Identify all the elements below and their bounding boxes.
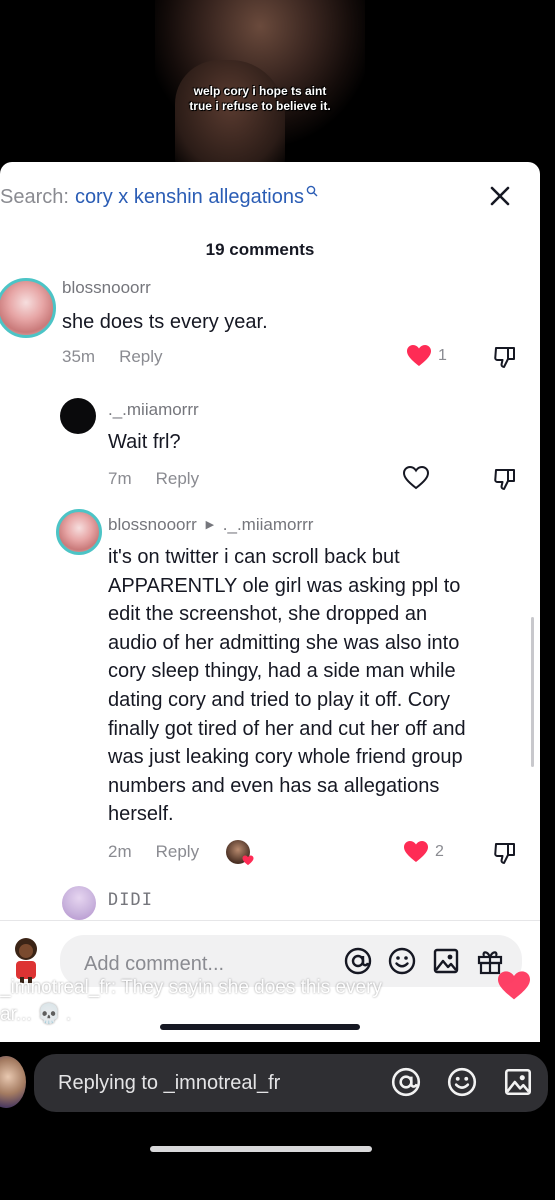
like-button[interactable]: 2 [403, 840, 444, 864]
like-button[interactable]: 1 [406, 344, 447, 368]
floating-like-count: 1 [510, 1010, 518, 1026]
like-count: 2 [435, 843, 444, 860]
comment-username[interactable]: ._.miiamorrr [108, 400, 199, 420]
image-button[interactable] [502, 1066, 534, 1103]
emoji-button[interactable] [446, 1066, 478, 1103]
avatar[interactable] [62, 886, 96, 920]
comment-text-line: dating cory and tried to play it off. Co… [108, 688, 451, 711]
comment-text-line: audio of her admitting she was also into [108, 631, 460, 654]
video-hand [175, 60, 285, 170]
reply-button[interactable]: Reply [156, 842, 199, 862]
comment-username-thread: blossnooorr ▶ ._.miiamorrr [108, 515, 313, 535]
mention-button[interactable] [390, 1066, 422, 1103]
comment-item: blossnooorr she does ts every year. 35m … [0, 272, 540, 372]
avatar[interactable] [56, 509, 102, 555]
at-icon [344, 947, 372, 975]
dislike-button[interactable] [492, 344, 518, 375]
comment-time: 7m [108, 469, 132, 488]
image-button[interactable] [430, 945, 462, 977]
scrollbar[interactable] [531, 617, 534, 767]
close-button[interactable] [484, 180, 516, 212]
comment-text-line: herself. [108, 803, 174, 826]
comment-text: Wait frl? [108, 431, 181, 453]
creator-liked-avatar [226, 840, 254, 866]
home-indicator [150, 1146, 372, 1152]
comment-username[interactable]: blossnooorr [108, 515, 197, 534]
comment-text: she does ts every year. [62, 311, 268, 333]
comment-meta: 35m Reply [62, 347, 163, 367]
at-icon [391, 1067, 421, 1097]
dislike-button[interactable] [492, 466, 518, 497]
comment-text-line: finally got tired of her and cut her off… [108, 717, 466, 740]
reply-toolbar [390, 1066, 534, 1103]
comment-username[interactable]: DIDI [108, 890, 153, 910]
search-query[interactable]: cory x kenshin allegations [75, 186, 304, 209]
search-suggestion[interactable]: Search: cory x kenshin allegations [0, 180, 318, 214]
heart-filled-icon [498, 971, 530, 1000]
reply-input[interactable]: Replying to _imnotreal_fr [34, 1054, 548, 1112]
like-count: 1 [438, 347, 447, 364]
thumbs-down-icon [494, 469, 515, 490]
reply-input-text: Replying to _imnotreal_fr [58, 1072, 281, 1094]
comment-text-line: edit the screenshot, she dropped an [108, 603, 428, 626]
search-label: Search: [0, 185, 69, 208]
thumbs-down-icon [494, 843, 515, 864]
emoji-icon [447, 1067, 477, 1097]
add-comment-placeholder: Add comment... [84, 953, 225, 975]
comment-meta: 2m Reply [108, 842, 199, 862]
comments-count: 19 comments [205, 240, 315, 259]
comment-text-line: it's on twitter i can scroll back but [108, 546, 400, 568]
heart-badge-icon [242, 855, 254, 866]
comment-time: 35m [62, 347, 96, 366]
heart-filled-icon [407, 345, 431, 366]
live-comment-line: _imnotreal_fr: They sayin she does this … [0, 977, 382, 998]
heart-filled-icon [404, 841, 428, 862]
comment-text-line: APPARENTLY ole girl was asking ppl to [108, 574, 461, 597]
floating-like-button[interactable] [496, 970, 532, 1007]
comment-text: it's on twitter i can scroll back but AP… [108, 543, 538, 829]
home-indicator [160, 1024, 360, 1030]
close-icon [490, 186, 510, 206]
comment-meta: 7m Reply [108, 469, 199, 489]
comment-time: 2m [108, 842, 132, 861]
live-comment-overlay: _imnotreal_fr: They sayin she does this … [0, 974, 382, 1028]
video-preview: welp cory i hope ts aint true i refuse t… [0, 0, 555, 175]
reply-to-username[interactable]: ._.miiamorrr [223, 515, 314, 534]
comment-username[interactable]: blossnooorr [62, 278, 151, 298]
comment-text-line: was just leaking cory whole friend group [108, 746, 463, 769]
comment-text-line: numbers and even has sa allegations [108, 774, 440, 797]
reply-item: ._.miiamorrr Wait frl? 7m Reply [0, 392, 540, 492]
emoji-icon [388, 947, 416, 975]
input-toolbar [342, 945, 506, 977]
thumbs-down-icon [494, 347, 515, 368]
emoji-button[interactable] [386, 945, 418, 977]
like-button[interactable] [403, 466, 429, 490]
user-avatar [0, 1056, 26, 1108]
comments-panel: Search: cory x kenshin allegations 19 co… [0, 162, 540, 1042]
reply-bar: Replying to _imnotreal_fr [0, 1050, 555, 1120]
reply-arrow-icon: ▶ [205, 519, 215, 531]
avatar[interactable] [60, 398, 96, 434]
dislike-button[interactable] [492, 840, 518, 871]
reply-button[interactable]: Reply [119, 347, 162, 367]
reply-item: blossnooorr ▶ ._.miiamorrr it's on twitt… [0, 507, 540, 867]
video-caption: welp cory i hope ts aint true i refuse t… [160, 84, 360, 114]
image-icon [433, 948, 459, 974]
image-icon [504, 1068, 532, 1096]
comment-item: DIDI [0, 884, 540, 924]
mention-button[interactable] [342, 945, 374, 977]
comment-text-line: cory sleep thingy, had a side man while [108, 660, 456, 683]
video-caption-line-1: welp cory i hope ts aint [193, 84, 327, 98]
search-icon [306, 185, 318, 200]
reply-button[interactable]: Reply [156, 469, 199, 489]
heart-outline-icon [403, 466, 429, 490]
avatar[interactable] [0, 278, 56, 338]
video-caption-line-2: true i refuse to believe it. [189, 99, 331, 113]
